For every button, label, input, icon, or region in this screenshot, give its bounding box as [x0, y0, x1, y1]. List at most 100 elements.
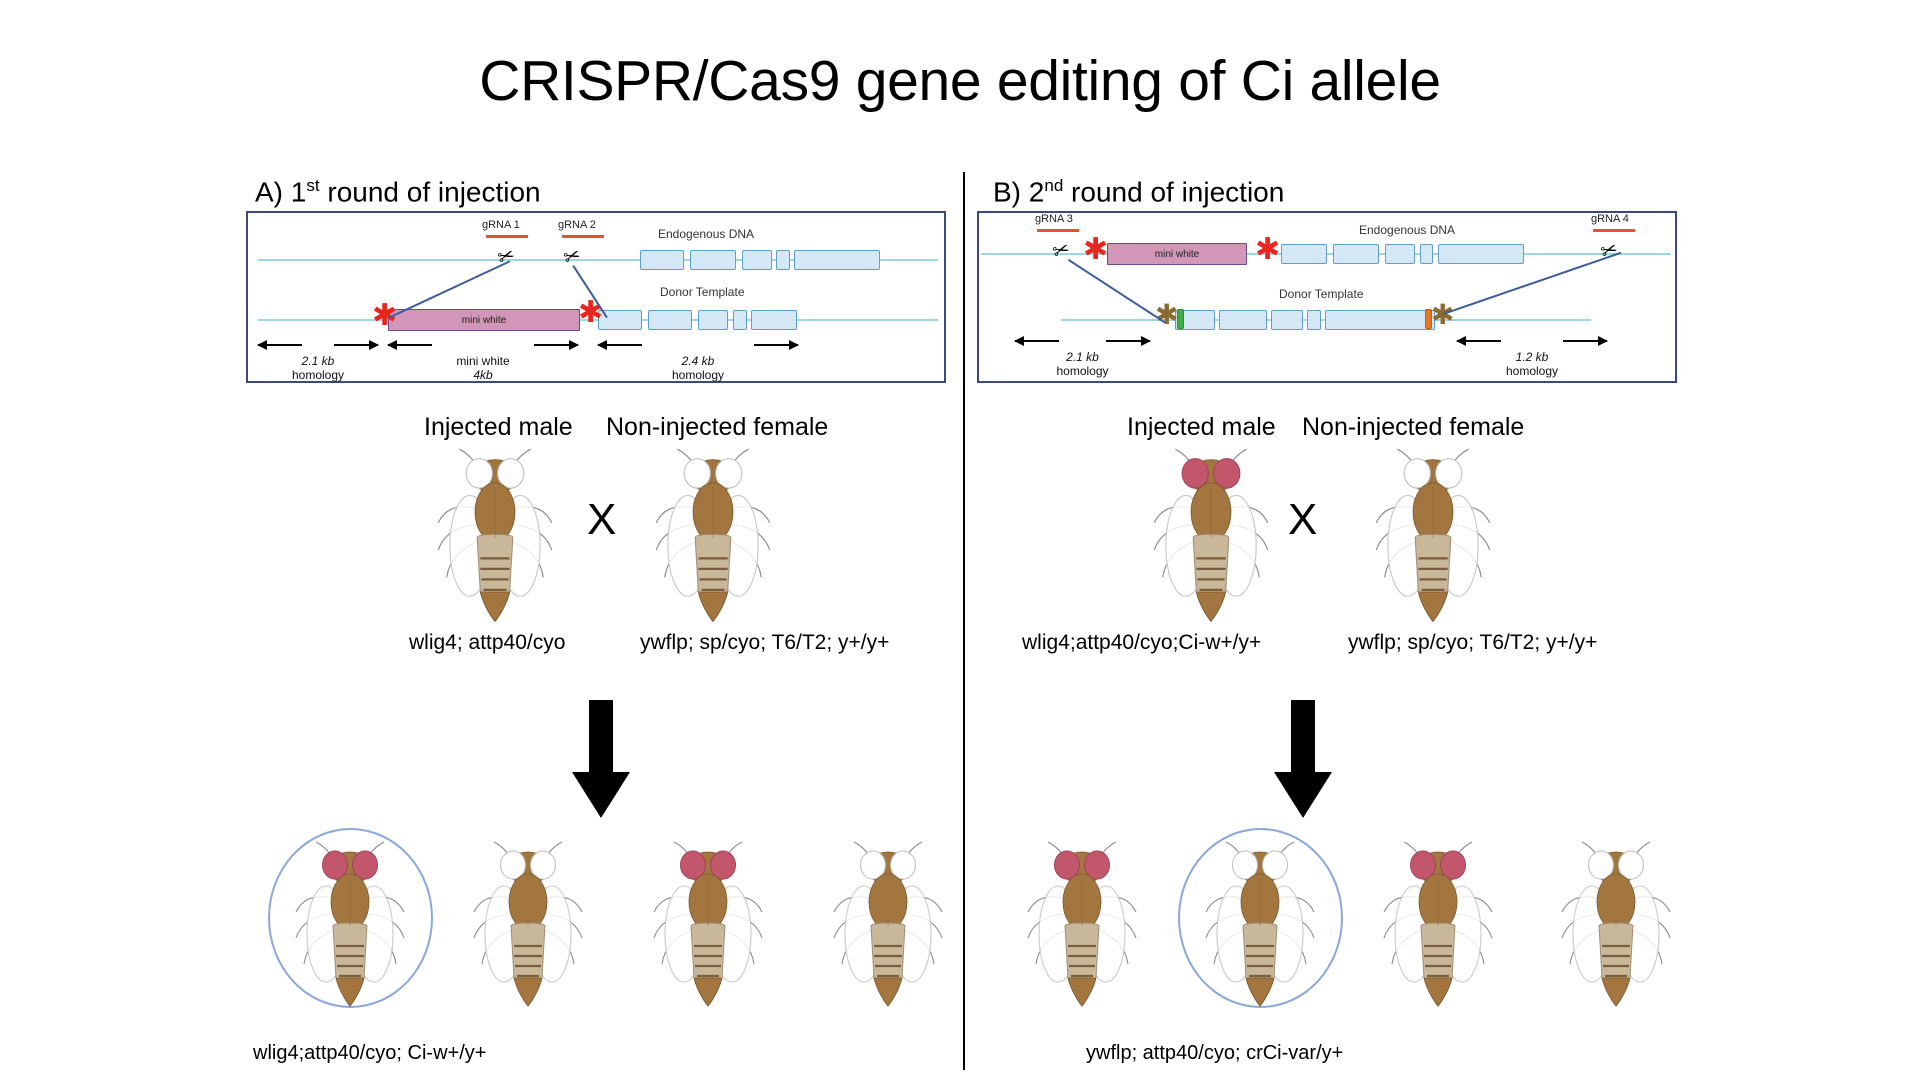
panel-a-heading-sup: st — [306, 176, 320, 195]
panel-b-donor-exon-4 — [1307, 310, 1321, 330]
fly-illustration — [1205, 841, 1315, 1007]
panel-b-offspring-fly-1 — [1022, 838, 1142, 1018]
panel-a-donor-template-label: Donor Template — [660, 285, 745, 299]
panel-b-injected-male-fly — [1148, 445, 1274, 634]
panel-b-offspring-fly-4 — [1556, 838, 1676, 1018]
panel-b-donor-exon-2 — [1219, 310, 1267, 330]
panel-b-endogenous-exon-1 — [1281, 244, 1327, 264]
panel-b-down-arrow-icon — [1274, 700, 1332, 818]
panel-a-heading: A) 1st round of injection — [255, 176, 541, 208]
panel-a-endogenous-exon-3 — [742, 250, 772, 270]
panel-b-homology-left: 2.1 kb homology — [1014, 336, 1151, 379]
panel-b-grna-4-label: gRNA 4 — [1591, 213, 1629, 225]
panel-b-homology-right-line1: 1.2 kb — [1515, 350, 1549, 364]
panel-b-brown-star-left-icon: ✱ — [1155, 298, 1179, 331]
panel-a-endogenous-exon-5 — [794, 250, 880, 270]
fly-illustration — [653, 841, 763, 1007]
arrow-left-icon — [597, 340, 642, 350]
panel-b-endogenous-exon-3 — [1385, 244, 1415, 264]
panel-a-noninjected-female-fly — [650, 445, 776, 634]
panel-a-noninjected-female-label: Non-injected female — [606, 413, 829, 441]
panel-b-grna-3-label: gRNA 3 — [1035, 213, 1073, 225]
fly-illustration — [295, 841, 405, 1007]
panel-b-homology-left-line1: 2.1 kb — [1066, 350, 1099, 364]
arrow-right-icon — [534, 340, 579, 350]
panel-a-grna-2-label: gRNA 2 — [558, 219, 596, 231]
fly-illustration — [1383, 841, 1493, 1007]
panel-b-donor-exon-5 — [1325, 310, 1435, 330]
panel-b-grna-4-underline — [1593, 229, 1635, 232]
panel-b-mini-white-label: mini white — [1154, 248, 1200, 260]
panel-a-male-genotype: wlig4; attp40/cyo — [409, 631, 566, 654]
panel-b-female-genotype: ywflp; sp/cyo; T6/T2; y+/y+ — [1348, 631, 1598, 654]
panel-a-homology-mid-line1: mini white — [456, 354, 510, 368]
panel-a-offspring-fly-3 — [648, 838, 768, 1018]
panel-a-homology-right-line2: homology — [671, 367, 725, 382]
panel-b-noninjected-female-label: Non-injected female — [1302, 413, 1525, 441]
page-title: CRISPR/Cas9 gene editing of Ci allele — [479, 49, 1441, 113]
panel-a-homology-left-line1: 2.1 kb — [301, 354, 335, 368]
arrow-left-icon — [1014, 336, 1059, 346]
fly-illustration — [655, 448, 771, 623]
panel-b-recomb-line-left — [1067, 259, 1166, 324]
panel-a-offspring-fly-1 — [290, 838, 410, 1018]
panel-a-grna-2-underline — [562, 235, 604, 238]
panel-b-injected-male-label: Injected male — [1127, 413, 1276, 441]
slide-root: CRISPR/Cas9 gene editing of Ci allele A)… — [0, 0, 1920, 1080]
panel-a-diagram: Endogenous DNA gRNA 1 ✂ gRNA 2 ✂ Donor T… — [246, 211, 946, 383]
panel-b-offspring-fly-2 — [1200, 838, 1320, 1018]
arrow-right-icon — [1106, 336, 1151, 346]
panel-b-cross-symbol: X — [1288, 495, 1318, 544]
panel-b-homology-right: 1.2 kb homology — [1456, 336, 1608, 379]
panel-b-red-star-left-icon: ✱ — [1083, 232, 1109, 267]
panel-b-diagram: Endogenous DNA mini white gRNA 3 ✂ gRNA … — [977, 211, 1677, 383]
panel-b-donor-exon-3 — [1271, 310, 1303, 330]
panel-a-female-genotype: ywflp; sp/cyo; T6/T2; y+/y+ — [640, 631, 890, 654]
panel-b-donor-template-label: Donor Template — [1279, 287, 1364, 301]
panel-a-cross-symbol: X — [587, 495, 617, 544]
arrow-right-icon — [1563, 336, 1608, 346]
panel-b-heading: B) 2nd round of injection — [993, 176, 1284, 208]
panel-b-heading-sup: nd — [1044, 176, 1064, 195]
fly-illustration — [1375, 448, 1491, 623]
panel-a-down-arrow-icon — [572, 700, 630, 818]
panel-b-mini-white-cassette: mini white — [1107, 243, 1247, 265]
panel-a-donor-exon-2 — [648, 310, 692, 330]
panel-a-offspring-fly-2 — [468, 838, 588, 1018]
panel-a-heading-suffix: round of injection — [319, 176, 541, 208]
panel-b-endogenous-exon-5 — [1438, 244, 1524, 264]
panel-a-donor-exon-3 — [698, 310, 728, 330]
arrow-right-icon — [334, 340, 379, 350]
panel-a-homology-mid-line2: 4kb — [473, 367, 493, 382]
panel-a-red-star-right-icon: ✱ — [578, 295, 604, 330]
panel-a-donor-exon-5 — [751, 310, 797, 330]
panel-a-homology-right: 2.4 kb homology — [597, 340, 799, 383]
panel-a-donor-exon-4 — [733, 310, 747, 330]
panel-b-offspring-genotype: ywflp; attp40/cyo; crCi-var/y+ — [1086, 1042, 1344, 1064]
panel-divider — [963, 172, 965, 1070]
panel-a-endogenous-dna-label: Endogenous DNA — [658, 227, 755, 241]
panel-a-offspring-genotype: wlig4;attp40/cyo; Ci-w+/y+ — [253, 1042, 487, 1064]
panel-a-grna-1-label: gRNA 1 — [482, 219, 520, 231]
fly-illustration — [1027, 841, 1137, 1007]
panel-a-endogenous-exon-1 — [640, 250, 684, 270]
panel-a-endogenous-exon-2 — [690, 250, 736, 270]
panel-b-noninjected-female-fly — [1370, 445, 1496, 634]
panel-b-homology-right-line2: homology — [1505, 363, 1559, 378]
fly-illustration — [833, 841, 943, 1007]
panel-a-injected-male-fly — [432, 445, 558, 634]
panel-a-grna-1-underline — [486, 235, 528, 238]
panel-a-homology-left: 2.1 kb homology — [257, 340, 379, 383]
arrow-left-icon — [387, 340, 432, 350]
fly-illustration — [437, 448, 553, 623]
panel-b-endogenous-exon-4 — [1420, 244, 1433, 264]
panel-b-heading-suffix: round of injection — [1063, 176, 1285, 208]
panel-b-red-star-right-icon: ✱ — [1255, 232, 1281, 267]
panel-a-injected-male-label: Injected male — [424, 413, 573, 441]
panel-a-mini-white-cassette: mini white — [388, 309, 580, 331]
panel-b-heading-prefix: B) 2 — [993, 176, 1045, 208]
arrow-right-icon — [754, 340, 799, 350]
panel-b-grna-3-underline — [1037, 229, 1079, 232]
panel-b-homology-left-line2: homology — [1056, 363, 1109, 378]
panel-a-endogenous-exon-4 — [776, 250, 790, 270]
